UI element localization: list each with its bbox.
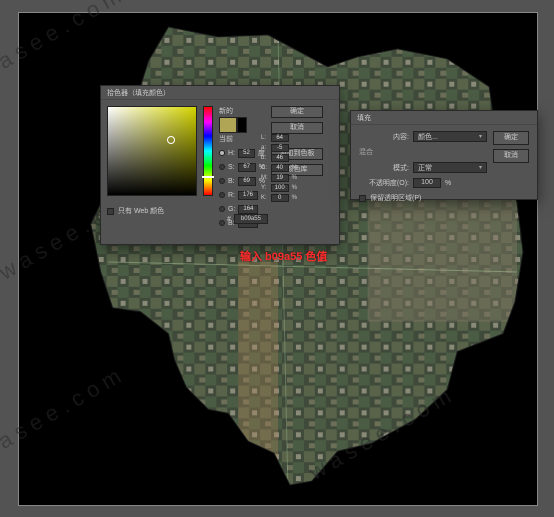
radio-b[interactable] [219, 178, 225, 184]
opacity-input[interactable]: 100 [413, 178, 441, 188]
color-picker-title: 拾色器（填充颜色） [101, 86, 339, 100]
mode-label: 模式: [359, 163, 409, 173]
preserve-checkbox[interactable] [359, 195, 366, 202]
cancel-button[interactable]: 取消 [271, 122, 323, 134]
fill-ok-button[interactable]: 确定 [493, 131, 529, 145]
web-colors-label: 只有 Web 颜色 [118, 206, 164, 216]
input-bv[interactable]: 69 [238, 177, 256, 186]
input-r[interactable]: 176 [238, 191, 258, 200]
current-color-label: 当前 [219, 134, 247, 144]
input-M[interactable]: 19 [271, 174, 289, 182]
input-K[interactable]: 0 [271, 194, 289, 202]
fill-dialog[interactable]: 填充 内容: 颜色...▾ 混合 模式: 正常▾ 不透明度(O): 100 % … [350, 110, 538, 200]
chevron-down-icon: ▾ [479, 164, 482, 171]
input-L[interactable]: 64 [271, 134, 289, 142]
fill-dialog-title: 填充 [351, 111, 537, 125]
input-g[interactable]: 164 [238, 205, 258, 214]
new-color-swatch [219, 117, 237, 133]
hue-slider-marker [202, 176, 214, 178]
radio-r[interactable] [219, 192, 225, 198]
color-field-marker [167, 136, 175, 144]
input-labb[interactable]: 46 [271, 154, 289, 162]
fill-cancel-button[interactable]: 取消 [493, 149, 529, 163]
color-picker-dialog[interactable]: 拾色器（填充颜色） 新的 当前 H:52度 S:67% B:69% R:176 … [100, 85, 340, 245]
input-a[interactable]: -5 [271, 144, 289, 152]
current-color-swatch [237, 117, 247, 133]
chevron-down-icon: ▾ [479, 133, 482, 140]
ok-button[interactable]: 确定 [271, 106, 323, 118]
input-C[interactable]: 40 [271, 164, 289, 172]
opacity-label: 不透明度(O): [359, 178, 409, 188]
web-colors-checkbox[interactable] [107, 208, 114, 215]
annotation-text: 输入 b09a55 色值 [240, 248, 327, 264]
hex-input[interactable]: b09a55 [234, 214, 268, 224]
mode-select[interactable]: 正常▾ [413, 162, 487, 173]
input-Y[interactable]: 100 [271, 184, 289, 192]
radio-g[interactable] [219, 206, 225, 212]
hex-label: # [227, 216, 231, 223]
blend-section-label: 混合 [359, 147, 487, 157]
radio-s[interactable] [219, 164, 225, 170]
content-select[interactable]: 颜色...▾ [413, 131, 487, 142]
radio-h[interactable] [219, 150, 225, 156]
hue-slider[interactable] [203, 106, 213, 196]
input-h[interactable]: 52 [238, 149, 255, 158]
input-s[interactable]: 67 [238, 163, 256, 172]
preserve-label: 保留透明区域(P) [370, 193, 421, 203]
color-field[interactable] [107, 106, 197, 196]
lab-cmyk-grid: L:64 a:-5 b:46 C:40% M:19% Y:100% K:0% [261, 134, 297, 202]
content-label: 内容: [359, 132, 409, 142]
new-color-label: 新的 [219, 106, 247, 116]
radio-rgb-b[interactable] [219, 220, 225, 226]
